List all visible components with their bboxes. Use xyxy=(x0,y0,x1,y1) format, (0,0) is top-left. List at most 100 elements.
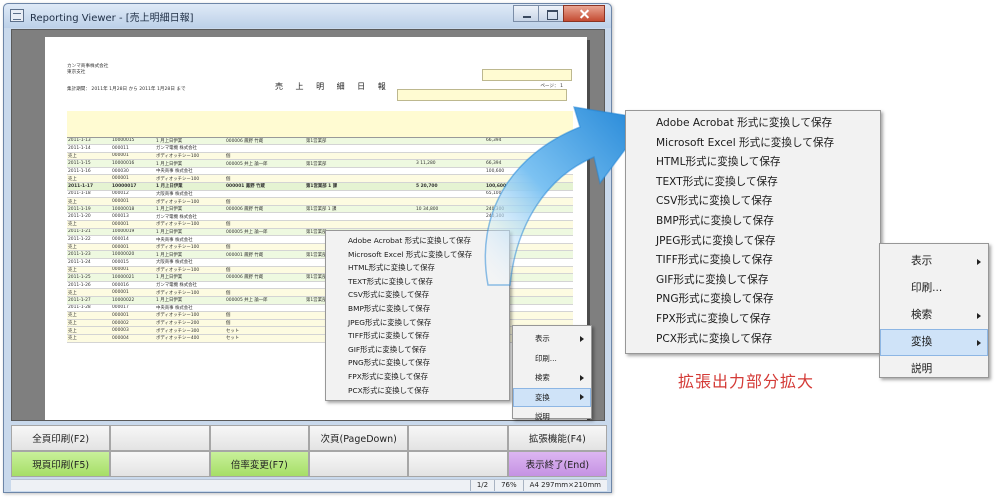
report-title: 売 上 明 細 日 報 xyxy=(275,82,391,91)
table-cell: 売上 xyxy=(67,243,111,252)
context-menu-item-label: 変換 xyxy=(911,336,933,348)
context-menu-small: 表示 印刷... 検索変換説明 xyxy=(512,325,592,421)
submenu-arrow-icon xyxy=(977,258,981,265)
table-cell: 000001 xyxy=(111,243,155,252)
convert-menu-item[interactable]: PCX形式に変換して保存 xyxy=(326,384,509,398)
table-cell xyxy=(225,167,305,176)
table-cell: 個 xyxy=(225,319,305,328)
convert-menu-item[interactable]: FPX形式に変換して保存 xyxy=(626,310,880,330)
status-paper: A4 297mm×210mm xyxy=(522,480,607,491)
table-cell: 10000020 xyxy=(111,250,155,259)
convert-menu-item[interactable]: GIF形式に変換して保存 xyxy=(326,343,509,357)
convert-menu-item[interactable]: HTML形式に変換して保存 xyxy=(626,153,880,173)
minimize-button[interactable] xyxy=(513,5,539,22)
table-cell: 000001 xyxy=(111,311,155,320)
convert-menu-item[interactable]: CSV形式に変換して保存 xyxy=(326,288,509,302)
table-cell: 000005 井上 論一郎 xyxy=(225,296,305,305)
context-menu-item-label: 説明 xyxy=(535,412,550,421)
table-cell xyxy=(305,212,415,222)
app-icon xyxy=(10,9,24,22)
table-cell: 中央商事 株式会社 xyxy=(155,304,225,313)
context-menu-item[interactable]: 説明 xyxy=(513,407,591,427)
convert-menu-item[interactable]: PNG形式に変換して保存 xyxy=(326,356,509,370)
empty-button[interactable] xyxy=(408,451,508,477)
change-zoom-button[interactable]: 倍率変更(F7) xyxy=(209,451,309,477)
table-cell: 2011-1-22 xyxy=(67,235,111,244)
convert-menu-item[interactable]: JPEG形式に変換して保存 xyxy=(626,232,880,252)
context-menu-item[interactable]: 検索 xyxy=(880,302,988,329)
submenu-arrow-icon xyxy=(580,335,584,342)
table-cell: 1 月上日伊業 xyxy=(155,250,225,259)
table-cell: 2011-1-21 xyxy=(67,228,111,237)
table-cell: 2011-1-28 xyxy=(67,304,111,313)
header-cell xyxy=(155,111,225,138)
table-cell: 売上 xyxy=(67,334,111,343)
table-cell: 000005 井上 論一郎 xyxy=(225,228,305,237)
context-menu-item[interactable]: 表示 xyxy=(513,329,591,349)
convert-menu-item[interactable]: JPEG形式に変換して保存 xyxy=(326,316,509,330)
table-cell: 000016 xyxy=(111,281,155,290)
context-menu-item-label: 表示 xyxy=(911,255,933,267)
convert-menu-item[interactable]: Adobe Acrobat 形式に変換して保存 xyxy=(626,114,880,134)
table-cell: 10000021 xyxy=(111,273,155,282)
submenu-arrow-icon xyxy=(977,312,981,319)
function-button-grid: 全頁印刷(F2) 次頁(PageDown) 拡張機能(F4) 現頁印刷(F5) … xyxy=(11,425,607,477)
context-menu-item[interactable]: 印刷... xyxy=(513,349,591,369)
table-cell: ガンマ電機 株式会社 xyxy=(155,144,225,153)
table-cell: 2011-1-16 xyxy=(67,167,111,176)
table-cell: 000003 xyxy=(111,326,155,335)
table-cell: ボディオッチシー100 xyxy=(155,220,225,229)
context-menu-item-label: 検索 xyxy=(535,373,550,382)
table-cell: 000014 xyxy=(111,235,155,244)
convert-menu-item[interactable]: TIFF形式に変換して保存 xyxy=(626,251,880,271)
convert-menu-item[interactable]: GIF形式に変換して保存 xyxy=(626,271,880,291)
empty-button[interactable] xyxy=(110,425,210,451)
table-cell xyxy=(225,304,305,313)
convert-menu-item[interactable]: PCX形式に変換して保存 xyxy=(626,330,880,350)
context-menu-item[interactable]: 検索 xyxy=(513,368,591,388)
table-cell: 売上 xyxy=(67,319,111,328)
table-cell: 2011-1-18 xyxy=(67,190,111,199)
table-cell: 1 月上日伊業 xyxy=(155,205,225,214)
convert-menu-item[interactable]: CSV形式に変換して保存 xyxy=(626,192,880,212)
end-display-button[interactable]: 表示終了(End) xyxy=(507,451,607,477)
close-button[interactable] xyxy=(563,5,605,22)
table-cell: 個 xyxy=(225,197,305,206)
empty-button[interactable] xyxy=(209,425,309,451)
print-current-page-button[interactable]: 現頁印刷(F5) xyxy=(11,451,111,477)
table-cell: 2011-1-24 xyxy=(67,258,111,267)
submenu-arrow-icon xyxy=(977,339,981,346)
report-company: カンマ商事株式会社 東京支社 xyxy=(67,64,108,76)
context-menu-item[interactable]: 変換 xyxy=(880,329,988,356)
table-cell: 2011-1-26 xyxy=(67,281,111,290)
maximize-button[interactable] xyxy=(538,5,564,22)
extended-functions-button[interactable]: 拡張機能(F4) xyxy=(507,425,607,451)
submenu-arrow-icon xyxy=(580,374,584,381)
context-menu-item[interactable]: 表示 xyxy=(880,248,988,275)
empty-button[interactable] xyxy=(309,451,409,477)
convert-menu-item[interactable]: FPX形式に変換して保存 xyxy=(326,370,509,384)
convert-menu-item[interactable]: TEXT形式に変換して保存 xyxy=(626,173,880,193)
print-all-button[interactable]: 全頁印刷(F2) xyxy=(11,425,111,451)
empty-button[interactable] xyxy=(408,425,508,451)
convert-menu-item[interactable]: BMP形式に変換して保存 xyxy=(326,302,509,316)
table-cell: 中央商事 株式会社 xyxy=(155,235,225,244)
table-cell: 個 xyxy=(225,152,305,161)
title-bar[interactable]: Reporting Viewer - [売上明細日報] xyxy=(4,4,611,28)
table-cell: 000006 鳳野 竹蔵 xyxy=(225,205,305,214)
context-menu-item[interactable]: 印刷... xyxy=(880,275,988,302)
table-cell: 000017 xyxy=(111,304,155,313)
table-cell: 売上 xyxy=(67,266,111,275)
context-menu-item[interactable]: 変換 xyxy=(513,387,591,407)
next-page-button[interactable]: 次頁(PageDown) xyxy=(309,425,409,451)
table-cell: ガンマ電機 株式会社 xyxy=(155,212,225,222)
table-cell: 000001 鳳野 竹蔵 xyxy=(225,250,305,259)
empty-button[interactable] xyxy=(110,451,210,477)
convert-menu-item[interactable]: PNG形式に変換して保存 xyxy=(626,290,880,310)
convert-menu-item[interactable]: Microsoft Excel 形式に変換して保存 xyxy=(626,134,880,154)
context-menu-item[interactable]: 説明 xyxy=(880,356,988,383)
convert-menu-item[interactable]: BMP形式に変換して保存 xyxy=(626,212,880,232)
convert-menu-item[interactable]: TIFF形式に変換して保存 xyxy=(326,329,509,343)
table-cell: 2011-1-15 xyxy=(67,159,111,168)
window-controls xyxy=(513,5,605,23)
